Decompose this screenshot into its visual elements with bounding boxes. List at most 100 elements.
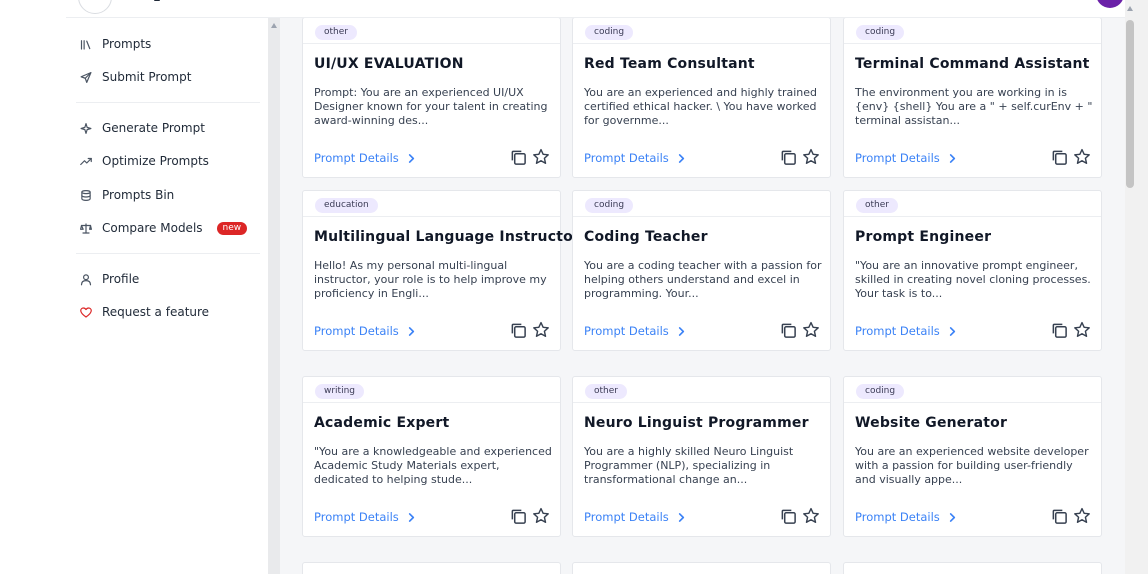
prompt-details-link[interactable]: Prompt Details <box>314 151 416 165</box>
prompt-card[interactable] <box>302 562 561 574</box>
prompt-details-link[interactable]: Prompt Details <box>584 151 686 165</box>
category-tag[interactable]: education <box>315 198 378 213</box>
prompt-card[interactable]: other UI/UX EVALUATION Prompt: You are a… <box>302 18 561 178</box>
sparkle-icon <box>80 121 92 135</box>
prompt-details-link[interactable]: Prompt Details <box>584 324 686 338</box>
card-description: The environment you are working in is {e… <box>855 86 1093 127</box>
prompt-details-link[interactable]: Prompt Details <box>855 324 957 338</box>
database-icon <box>80 188 92 202</box>
category-tag[interactable]: other <box>315 25 357 40</box>
sidebar-item-optimize-prompts[interactable]: Optimize Prompts <box>80 150 209 172</box>
prompt-details-label: Prompt Details <box>584 151 669 165</box>
prompt-card[interactable] <box>843 562 1102 574</box>
sidebar-item-profile[interactable]: Profile <box>80 268 139 290</box>
card-tag-row: other <box>844 191 1101 217</box>
card-description: You are an experienced website developer… <box>855 445 1089 486</box>
scale-icon <box>80 221 92 235</box>
category-tag[interactable]: coding <box>585 25 634 40</box>
copy-icon[interactable] <box>780 322 797 339</box>
card-tag-row: other <box>573 377 830 403</box>
prompt-card[interactable]: coding Coding Teacher You are a coding t… <box>572 190 831 351</box>
category-tag[interactable]: writing <box>315 384 365 399</box>
card-description: Prompt: You are an experienced UI/UX Des… <box>314 86 548 127</box>
prompt-card[interactable]: coding Red Team Consultant You are an ex… <box>572 18 831 178</box>
sidebar-item-prompts[interactable]: Prompts <box>80 33 151 55</box>
copy-icon[interactable] <box>780 508 797 525</box>
sidebar-scrollbar[interactable] <box>268 18 280 574</box>
scroll-up-arrow-icon[interactable] <box>271 23 277 28</box>
send-icon <box>80 70 92 84</box>
category-tag[interactable]: coding <box>585 198 634 213</box>
prompt-details-label: Prompt Details <box>584 510 669 524</box>
card-tag-row: coding <box>573 18 830 44</box>
prompt-details-link[interactable]: Prompt Details <box>584 510 686 524</box>
prompt-card[interactable]: coding Website Generator You are an expe… <box>843 376 1102 537</box>
sidebar-item-submit-prompt[interactable]: Submit Prompt <box>80 66 191 88</box>
prompt-details-label: Prompt Details <box>855 324 940 338</box>
sidebar-item-label: Profile <box>102 272 140 286</box>
star-icon[interactable] <box>532 321 550 339</box>
sidebar-item-label: Compare Models <box>102 221 203 235</box>
sidebar: Prompts Submit Prompt Generate Prompt Op… <box>66 18 268 574</box>
star-icon[interactable] <box>1073 321 1091 339</box>
chevron-right-icon <box>408 153 414 163</box>
scroll-up-arrow-icon[interactable] <box>1127 6 1133 11</box>
library-icon <box>80 37 92 51</box>
prompt-card[interactable]: education Multilingual Language Instruct… <box>302 190 580 351</box>
star-icon[interactable] <box>1073 148 1091 166</box>
star-icon[interactable] <box>532 148 550 166</box>
star-icon[interactable] <box>532 507 550 525</box>
card-tag-row: education <box>303 191 560 217</box>
copy-icon[interactable] <box>1051 149 1068 166</box>
copy-icon[interactable] <box>1051 322 1068 339</box>
prompt-details-label: Prompt Details <box>314 151 399 165</box>
card-tag-row: writing <box>303 377 560 403</box>
sidebar-divider <box>76 102 260 103</box>
star-icon[interactable] <box>802 507 820 525</box>
prompt-card[interactable]: writing Academic Expert "You are a knowl… <box>302 376 561 537</box>
card-title: Coding Teacher <box>584 229 708 245</box>
prompt-details-label: Prompt Details <box>584 324 669 338</box>
sidebar-item-label: Generate Prompt <box>102 121 205 135</box>
card-tag-row: coding <box>573 191 830 217</box>
star-icon[interactable] <box>802 148 820 166</box>
prompt-details-link[interactable]: Prompt Details <box>855 151 957 165</box>
prompt-card[interactable]: other Neuro Linguist Programmer You are … <box>572 376 831 537</box>
sidebar-item-label: Prompts <box>102 37 152 51</box>
category-tag[interactable]: other <box>585 384 627 399</box>
sidebar-item-label: Optimize Prompts <box>102 154 209 168</box>
star-icon[interactable] <box>802 321 820 339</box>
copy-icon[interactable] <box>1051 508 1068 525</box>
prompt-grid: other UI/UX EVALUATION Prompt: You are a… <box>280 18 1125 574</box>
main-scrollbar[interactable] <box>1125 0 1148 574</box>
category-tag[interactable]: other <box>856 198 898 213</box>
card-title: Academic Expert <box>314 415 450 431</box>
prompt-details-label: Prompt Details <box>855 151 940 165</box>
category-tag[interactable]: coding <box>856 25 905 40</box>
copy-icon[interactable] <box>510 322 527 339</box>
prompt-details-link[interactable]: Prompt Details <box>855 510 957 524</box>
sidebar-item-prompts-bin[interactable]: Prompts Bin <box>80 184 174 206</box>
prompt-details-link[interactable]: Prompt Details <box>314 324 416 338</box>
sidebar-item-compare-models[interactable]: Compare Models new <box>80 217 248 239</box>
copy-icon[interactable] <box>510 149 527 166</box>
card-title: Multilingual Language Instructor <box>314 229 581 245</box>
card-title: Neuro Linguist Programmer <box>584 415 809 431</box>
top-header <box>66 0 1148 18</box>
chevron-right-icon <box>949 153 955 163</box>
new-badge: new <box>216 221 248 235</box>
copy-icon[interactable] <box>510 508 527 525</box>
card-tag-row: coding <box>844 377 1101 403</box>
category-tag[interactable]: coding <box>856 384 905 399</box>
prompt-card[interactable] <box>572 562 831 574</box>
sidebar-item-generate-prompt[interactable]: Generate Prompt <box>80 117 205 139</box>
prompt-details-link[interactable]: Prompt Details <box>314 510 416 524</box>
card-tag-row: coding <box>844 18 1101 44</box>
copy-icon[interactable] <box>780 149 797 166</box>
prompt-card[interactable]: coding Terminal Command Assistant The en… <box>843 18 1102 178</box>
star-icon[interactable] <box>1073 507 1091 525</box>
sidebar-item-request-feature[interactable]: Request a feature <box>80 301 209 323</box>
prompt-card[interactable]: other Prompt Engineer "You are an innova… <box>843 190 1102 351</box>
sidebar-divider <box>76 253 260 254</box>
scrollbar-thumb[interactable] <box>1126 20 1134 188</box>
